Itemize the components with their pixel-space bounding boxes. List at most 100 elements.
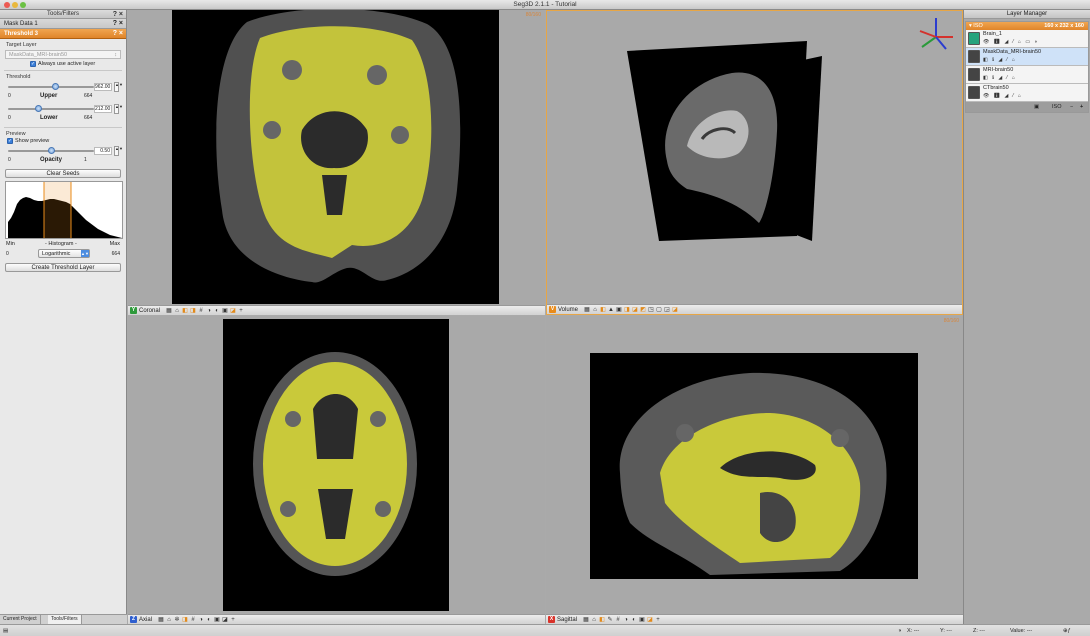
histogram-labels: Min - Histogram - Max xyxy=(5,241,121,249)
opacity-slider-handle[interactable] xyxy=(47,147,55,154)
text-annotation-icon[interactable]: ◪ xyxy=(672,307,678,313)
axial-view-type-icon[interactable]: Z xyxy=(130,616,137,623)
text-annotation-icon[interactable]: ◪ xyxy=(647,617,653,623)
volume-render-icon[interactable]: ◪ xyxy=(632,307,638,313)
lock-icon[interactable]: ⌂ xyxy=(174,308,180,314)
volume-view-type-icon[interactable]: V xyxy=(549,306,556,313)
coronal-viewer[interactable]: 80/160 Y Coronal ▦ ⌂ ◧ ◨ # ◑ ◐ ▣ ◪ + xyxy=(128,10,545,315)
tools-panel-controls[interactable]: ? × xyxy=(113,10,123,19)
upper-spinner[interactable]: ▲▼ xyxy=(114,82,123,92)
orientation-icon[interactable]: ◳ xyxy=(648,307,654,313)
grid-overlay-icon[interactable]: # xyxy=(198,308,204,314)
picking-icon[interactable]: ◧ xyxy=(182,308,188,314)
status-info-icon[interactable]: ◑ xyxy=(898,628,901,634)
always-use-active-option[interactable]: ✓ Always use active layer xyxy=(0,61,126,67)
sagittal-toolbar: X Sagittal ▦ ⌂ ◧ ✎ # ◑ ◐ ▣ ◪ + xyxy=(546,614,963,624)
tool-threshold-controls[interactable]: ? × xyxy=(113,29,123,39)
sagittal-viewport[interactable]: 80/160 xyxy=(546,316,963,614)
opacity-spinner[interactable]: ▲▼ xyxy=(114,146,123,156)
flip-vertical-icon[interactable]: ◐ xyxy=(214,308,220,314)
target-layer-select[interactable]: MaskData_MRI-brain50 xyxy=(5,50,121,59)
zoom-window-button[interactable] xyxy=(20,2,26,8)
coronal-viewport[interactable]: 80/160 xyxy=(128,10,545,305)
pencil-icon[interactable]: ✎ xyxy=(607,617,613,623)
layer-item[interactable]: MRI-brain50 ◧ ℹ ◢ ⁄ ⌂ xyxy=(966,66,1088,84)
lower-spinner[interactable]: ▲▼ xyxy=(114,104,123,114)
clear-seeds-button[interactable]: Clear Seeds xyxy=(5,169,121,178)
layer-item-selected[interactable]: MaskData_MRI-brain50 ◧ ℹ ◢ ⁄ ⌂ xyxy=(966,48,1088,66)
minus-icon[interactable]: − xyxy=(1070,102,1073,112)
upper-slider-handle[interactable] xyxy=(51,83,59,90)
status-value: Value: --- xyxy=(1010,628,1033,634)
isosurface-icon[interactable]: ▲ xyxy=(608,307,614,313)
flip-horizontal-icon[interactable]: ◑ xyxy=(198,617,204,623)
camera-icon[interactable]: ◲ xyxy=(664,307,670,313)
lower-slider-track[interactable] xyxy=(8,108,94,110)
close-window-button[interactable] xyxy=(4,2,10,8)
flip-vertical-icon[interactable]: ◐ xyxy=(206,617,212,623)
group-layer-icon[interactable]: ▣ xyxy=(1034,102,1039,112)
lock-icon[interactable]: ⌂ xyxy=(592,307,598,313)
layer-controls[interactable]: ◧ ℹ ◢ ⁄ ⌂ xyxy=(983,57,1016,63)
volume-viewport[interactable] xyxy=(547,11,962,304)
layer-item[interactable]: Brain_1 👁 ℹ ◢ ⁄ ⌂ ▭ ◗ xyxy=(966,30,1088,48)
tab-tools-filters[interactable]: Tools/Filters xyxy=(48,615,82,624)
crosshair-icon[interactable]: + xyxy=(230,617,236,623)
lower-slider-handle[interactable] xyxy=(34,105,42,112)
axial-viewport[interactable] xyxy=(128,316,545,614)
create-threshold-layer-button[interactable]: Create Threshold Layer xyxy=(5,263,121,272)
chevron-down-icon[interactable]: ▾ xyxy=(969,23,972,29)
lower-value-field[interactable]: 212.00 xyxy=(94,105,112,113)
slices-icon[interactable]: ◧ xyxy=(600,307,606,313)
volume-viewer[interactable]: V Volume ▦ ⌂ ◧ ▲ ▣ ◨ ◪ ◩ ◳ ▢ ◲ ◪ xyxy=(546,10,963,315)
tool-mask-data[interactable]: Mask Data 1 ? × xyxy=(0,19,126,29)
opacity-value-field[interactable]: 0.50 xyxy=(94,147,112,155)
lock-icon[interactable]: ⌂ xyxy=(166,617,172,623)
layer-item[interactable]: CTbrain50 👁 ℹ ◢ ⁄ ⌂ xyxy=(966,84,1088,102)
picking-icon[interactable]: ✲ xyxy=(174,617,180,623)
minimize-window-button[interactable] xyxy=(12,2,18,8)
snapshot-icon[interactable]: ▣ xyxy=(222,308,228,314)
axial-viewer[interactable]: Z Axial ▦ ⌂ ✲ ◨ # ◑ ◐ ▣ ◪ + xyxy=(128,316,545,624)
layer-controls[interactable]: ◧ ℹ ◢ ⁄ ⌂ xyxy=(983,75,1016,81)
layer-group-header[interactable]: ▾ ISO 160 x 232 x 160 xyxy=(966,22,1088,30)
crosshair-icon[interactable]: + xyxy=(655,617,661,623)
flip-horizontal-icon[interactable]: ◑ xyxy=(623,617,629,623)
lock-icon[interactable]: ⌂ xyxy=(591,617,597,623)
grid-icon[interactable]: ▦ xyxy=(166,308,172,314)
layer-controls[interactable]: 👁 ℹ ◢ ⁄ ⌂ ▭ ◗ xyxy=(983,39,1039,45)
snapshot-icon[interactable]: ▣ xyxy=(639,617,645,623)
histogram-plot[interactable] xyxy=(5,181,123,239)
light-icon[interactable]: ◨ xyxy=(624,307,630,313)
bounding-box-icon[interactable]: ▣ xyxy=(616,307,622,313)
text-annotation-icon[interactable]: ◪ xyxy=(222,617,228,623)
flip-vertical-icon[interactable]: ◐ xyxy=(631,617,637,623)
sagittal-viewer[interactable]: 80/160 X Sagittal ▦ ⌂ ◧ ✎ # ◑ ◐ ▣ ◪ + xyxy=(546,316,963,624)
sagittal-view-type-icon[interactable]: X xyxy=(548,616,555,623)
snapshot-icon[interactable]: ▢ xyxy=(656,307,662,313)
grid-icon[interactable]: ▦ xyxy=(584,307,590,313)
tool-mask-controls[interactable]: ? × xyxy=(113,19,123,29)
tab-current-project[interactable]: Current Project xyxy=(0,615,41,624)
plus-icon[interactable]: + xyxy=(1080,102,1083,112)
grid-overlay-icon[interactable]: # xyxy=(190,617,196,623)
overlay-icon[interactable]: ◨ xyxy=(182,617,188,623)
histogram-mode-select[interactable]: Logarithmic ▲▼ xyxy=(38,249,90,258)
layer-group-label: ISO xyxy=(973,23,983,29)
grid-icon[interactable]: ▦ xyxy=(158,617,164,623)
layer-controls[interactable]: 👁 ℹ ◢ ⁄ ⌂ xyxy=(983,93,1022,99)
text-annotation-icon[interactable]: ◪ xyxy=(230,308,236,314)
crosshair-icon[interactable]: + xyxy=(238,308,244,314)
grid-icon[interactable]: ▦ xyxy=(583,617,589,623)
overlay-icon[interactable]: ◨ xyxy=(190,308,196,314)
upper-value-field[interactable]: 962.00 xyxy=(94,83,112,91)
snapshot-icon[interactable]: ▣ xyxy=(214,617,220,623)
flip-horizontal-icon[interactable]: ◑ xyxy=(206,308,212,314)
tool-threshold[interactable]: Threshold 3 ? × xyxy=(0,29,126,39)
picking-icon[interactable]: ◧ xyxy=(599,617,605,623)
coronal-view-type-icon[interactable]: Y xyxy=(130,307,137,314)
status-pick-icon[interactable]: ⊕ƒ xyxy=(1063,628,1071,634)
always-use-active-checkbox[interactable]: ✓ xyxy=(30,61,36,67)
grid-overlay-icon[interactable]: # xyxy=(615,617,621,623)
clipping-icon[interactable]: ◩ xyxy=(640,307,646,313)
